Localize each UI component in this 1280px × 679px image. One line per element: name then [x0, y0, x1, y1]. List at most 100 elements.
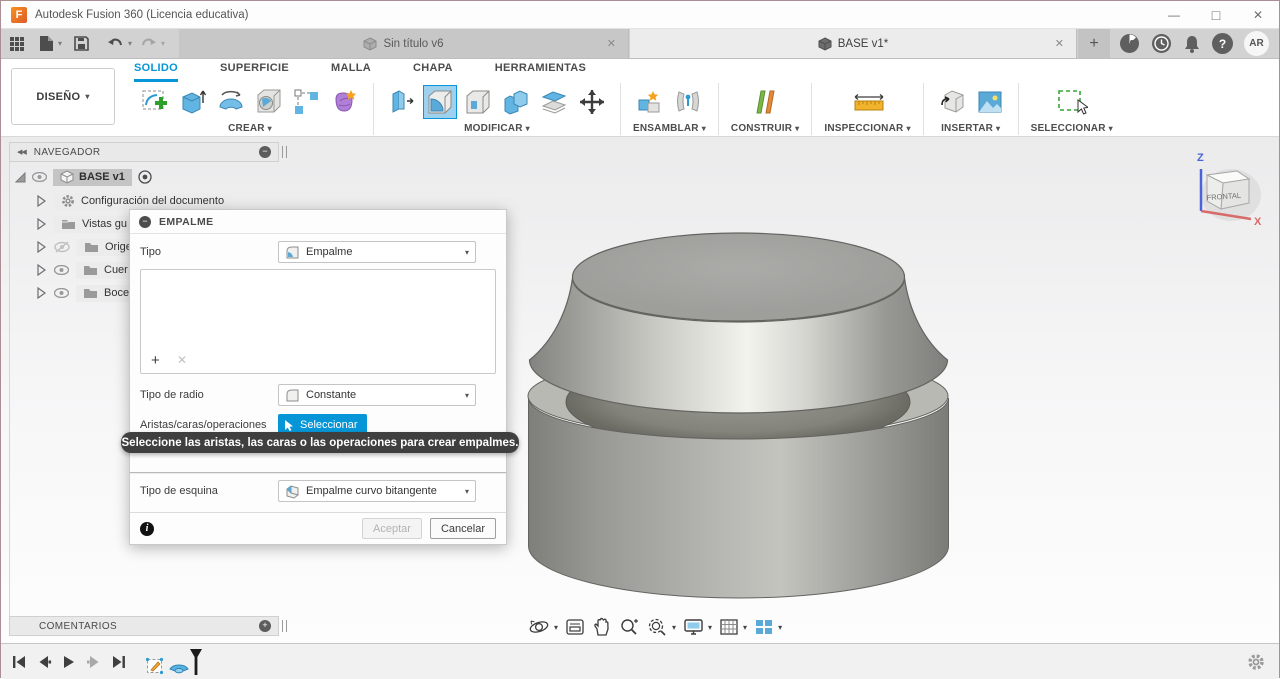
tab-superficie[interactable]: SUPERFICIE	[220, 62, 289, 82]
construction-plane-icon[interactable]	[749, 86, 781, 118]
collapsed-arrow-icon[interactable]	[37, 241, 46, 253]
cancel-button[interactable]: Cancelar	[430, 518, 496, 539]
timeline-settings-gear-icon[interactable]	[1247, 653, 1279, 671]
collapsed-arrow-icon[interactable]	[37, 195, 46, 207]
redo-caret-icon[interactable]: ▾	[161, 39, 165, 48]
group-label-crear[interactable]: CREAR▾	[228, 123, 272, 134]
apps-grid-icon[interactable]	[9, 36, 25, 52]
joint-icon[interactable]	[672, 86, 704, 118]
tab-close-icon[interactable]: ✕	[607, 37, 616, 50]
sketch-feature-icon[interactable]	[145, 656, 165, 676]
help-icon[interactable]: ?	[1212, 33, 1233, 54]
job-status-clock-icon[interactable]	[1151, 33, 1172, 54]
collapsed-arrow-icon[interactable]	[37, 218, 46, 230]
combine-icon[interactable]	[500, 86, 532, 118]
step-back-icon[interactable]	[36, 654, 52, 670]
move-icon[interactable]	[576, 86, 608, 118]
step-forward-icon[interactable]	[86, 654, 102, 670]
tree-item[interactable]: Vistas gu	[54, 216, 134, 233]
collapsed-arrow-icon[interactable]	[37, 287, 46, 299]
expand-comments-icon[interactable]: +	[259, 620, 271, 632]
tree-row-sketches[interactable]: Boce	[37, 283, 136, 303]
go-to-start-icon[interactable]	[11, 654, 27, 670]
file-menu-caret-icon[interactable]: ▾	[58, 39, 62, 48]
redo-icon[interactable]	[140, 37, 157, 51]
tab-chapa[interactable]: CHAPA	[413, 62, 453, 82]
visibility-off-eye-icon[interactable]	[54, 241, 70, 253]
create-form-icon[interactable]	[329, 86, 361, 118]
visibility-eye-icon[interactable]	[54, 265, 69, 275]
extensions-icon[interactable]	[1119, 33, 1140, 54]
viewports-caret-icon[interactable]: ▾	[778, 623, 782, 632]
viewport-canvas[interactable]: Z X FRONTAL ◀◀ NAVEGADOR − BASE v1	[1, 137, 1279, 643]
timeline-playhead[interactable]	[189, 648, 203, 676]
visibility-eye-icon[interactable]	[54, 288, 69, 298]
doc-tab-base[interactable]: BASE v1* ✕	[630, 29, 1077, 58]
group-label-construir[interactable]: CONSTRUIR▾	[731, 123, 799, 134]
play-icon[interactable]	[61, 654, 77, 670]
info-icon[interactable]: i	[140, 522, 154, 536]
activate-component-radio-icon[interactable]	[138, 170, 152, 184]
dialog-collapse-icon[interactable]: −	[139, 216, 151, 228]
offset-face-icon[interactable]	[538, 86, 570, 118]
tab-herramientas[interactable]: HERRAMIENTAS	[495, 62, 586, 82]
tree-item[interactable]: Configuración del documento	[54, 193, 231, 210]
tree-row-bodies[interactable]: Cuer	[37, 260, 135, 280]
undo-icon[interactable]	[107, 37, 124, 51]
save-icon[interactable]	[74, 36, 89, 51]
close-button[interactable]: ✕	[1237, 1, 1279, 28]
workspace-selector[interactable]: DISEÑO ▾	[11, 68, 115, 125]
rectangular-pattern-icon[interactable]	[291, 86, 323, 118]
fillet-dialog[interactable]: − EMPALME Tipo Empalme ▾ + ✕ Tipo de rad…	[129, 209, 507, 545]
undo-caret-icon[interactable]: ▾	[128, 39, 132, 48]
remove-selection-icon[interactable]: ✕	[177, 353, 187, 367]
fillet-icon[interactable]	[424, 86, 456, 118]
group-label-inspeccionar[interactable]: INSPECCIONAR▾	[824, 123, 910, 134]
corner-type-dropdown[interactable]: Empalme curvo bitangente ▾	[278, 480, 476, 502]
add-selection-icon[interactable]: +	[151, 352, 160, 369]
accept-button[interactable]: Aceptar	[362, 518, 422, 539]
model-3d[interactable]	[501, 222, 971, 617]
tab-malla[interactable]: MALLA	[331, 62, 371, 82]
tree-row-origin[interactable]: Orige	[37, 237, 139, 257]
viewports-icon[interactable]	[754, 617, 774, 637]
press-pull-icon[interactable]	[386, 86, 418, 118]
view-cube[interactable]: Z X FRONTAL	[1179, 145, 1265, 237]
minimize-button[interactable]: —	[1153, 1, 1195, 28]
navigator-header[interactable]: ◀◀ NAVEGADOR −	[9, 142, 279, 162]
fillet-type-dropdown[interactable]: Empalme ▾	[278, 241, 476, 263]
new-component-icon[interactable]	[634, 86, 666, 118]
radius-type-dropdown[interactable]: Constante ▾	[278, 384, 476, 406]
group-label-insertar[interactable]: INSERTAR▾	[941, 123, 1000, 134]
insert-derive-icon[interactable]	[936, 86, 968, 118]
pan-icon[interactable]	[592, 617, 612, 637]
go-to-end-icon[interactable]	[111, 654, 127, 670]
look-at-icon[interactable]	[565, 617, 585, 637]
grid-caret-icon[interactable]: ▾	[743, 623, 747, 632]
tree-item[interactable]: Boce	[76, 285, 136, 302]
navigator-grip[interactable]	[282, 146, 287, 158]
collapse-circle-icon[interactable]: −	[259, 146, 271, 158]
zoom-window-icon[interactable]	[646, 617, 668, 637]
measure-icon[interactable]	[852, 86, 884, 118]
grid-settings-icon[interactable]	[719, 617, 739, 637]
tree-item[interactable]: Cuer	[76, 262, 135, 279]
tree-row-root[interactable]: BASE v1	[15, 167, 157, 187]
visibility-eye-icon[interactable]	[32, 172, 47, 182]
new-tab-button[interactable]: +	[1078, 29, 1110, 58]
user-avatar[interactable]: AR	[1244, 31, 1269, 56]
extrude-icon[interactable]	[177, 86, 209, 118]
group-label-ensamblar[interactable]: ENSAMBLAR▾	[633, 123, 706, 134]
maximize-button[interactable]: □	[1195, 1, 1237, 28]
display-settings-icon[interactable]	[683, 617, 704, 637]
collapsed-arrow-icon[interactable]	[37, 264, 46, 276]
comments-grip[interactable]	[282, 620, 287, 632]
notifications-bell-icon[interactable]	[1183, 34, 1201, 54]
orbit-icon[interactable]	[528, 617, 550, 637]
select-icon[interactable]	[1056, 86, 1088, 118]
expanded-arrow-icon[interactable]	[15, 172, 26, 183]
tab-close-icon[interactable]: ✕	[1055, 37, 1064, 50]
comments-header[interactable]: COMENTARIOS +	[9, 616, 279, 636]
group-label-seleccionar[interactable]: SELECCIONAR▾	[1031, 123, 1113, 134]
shell-icon[interactable]	[462, 86, 494, 118]
